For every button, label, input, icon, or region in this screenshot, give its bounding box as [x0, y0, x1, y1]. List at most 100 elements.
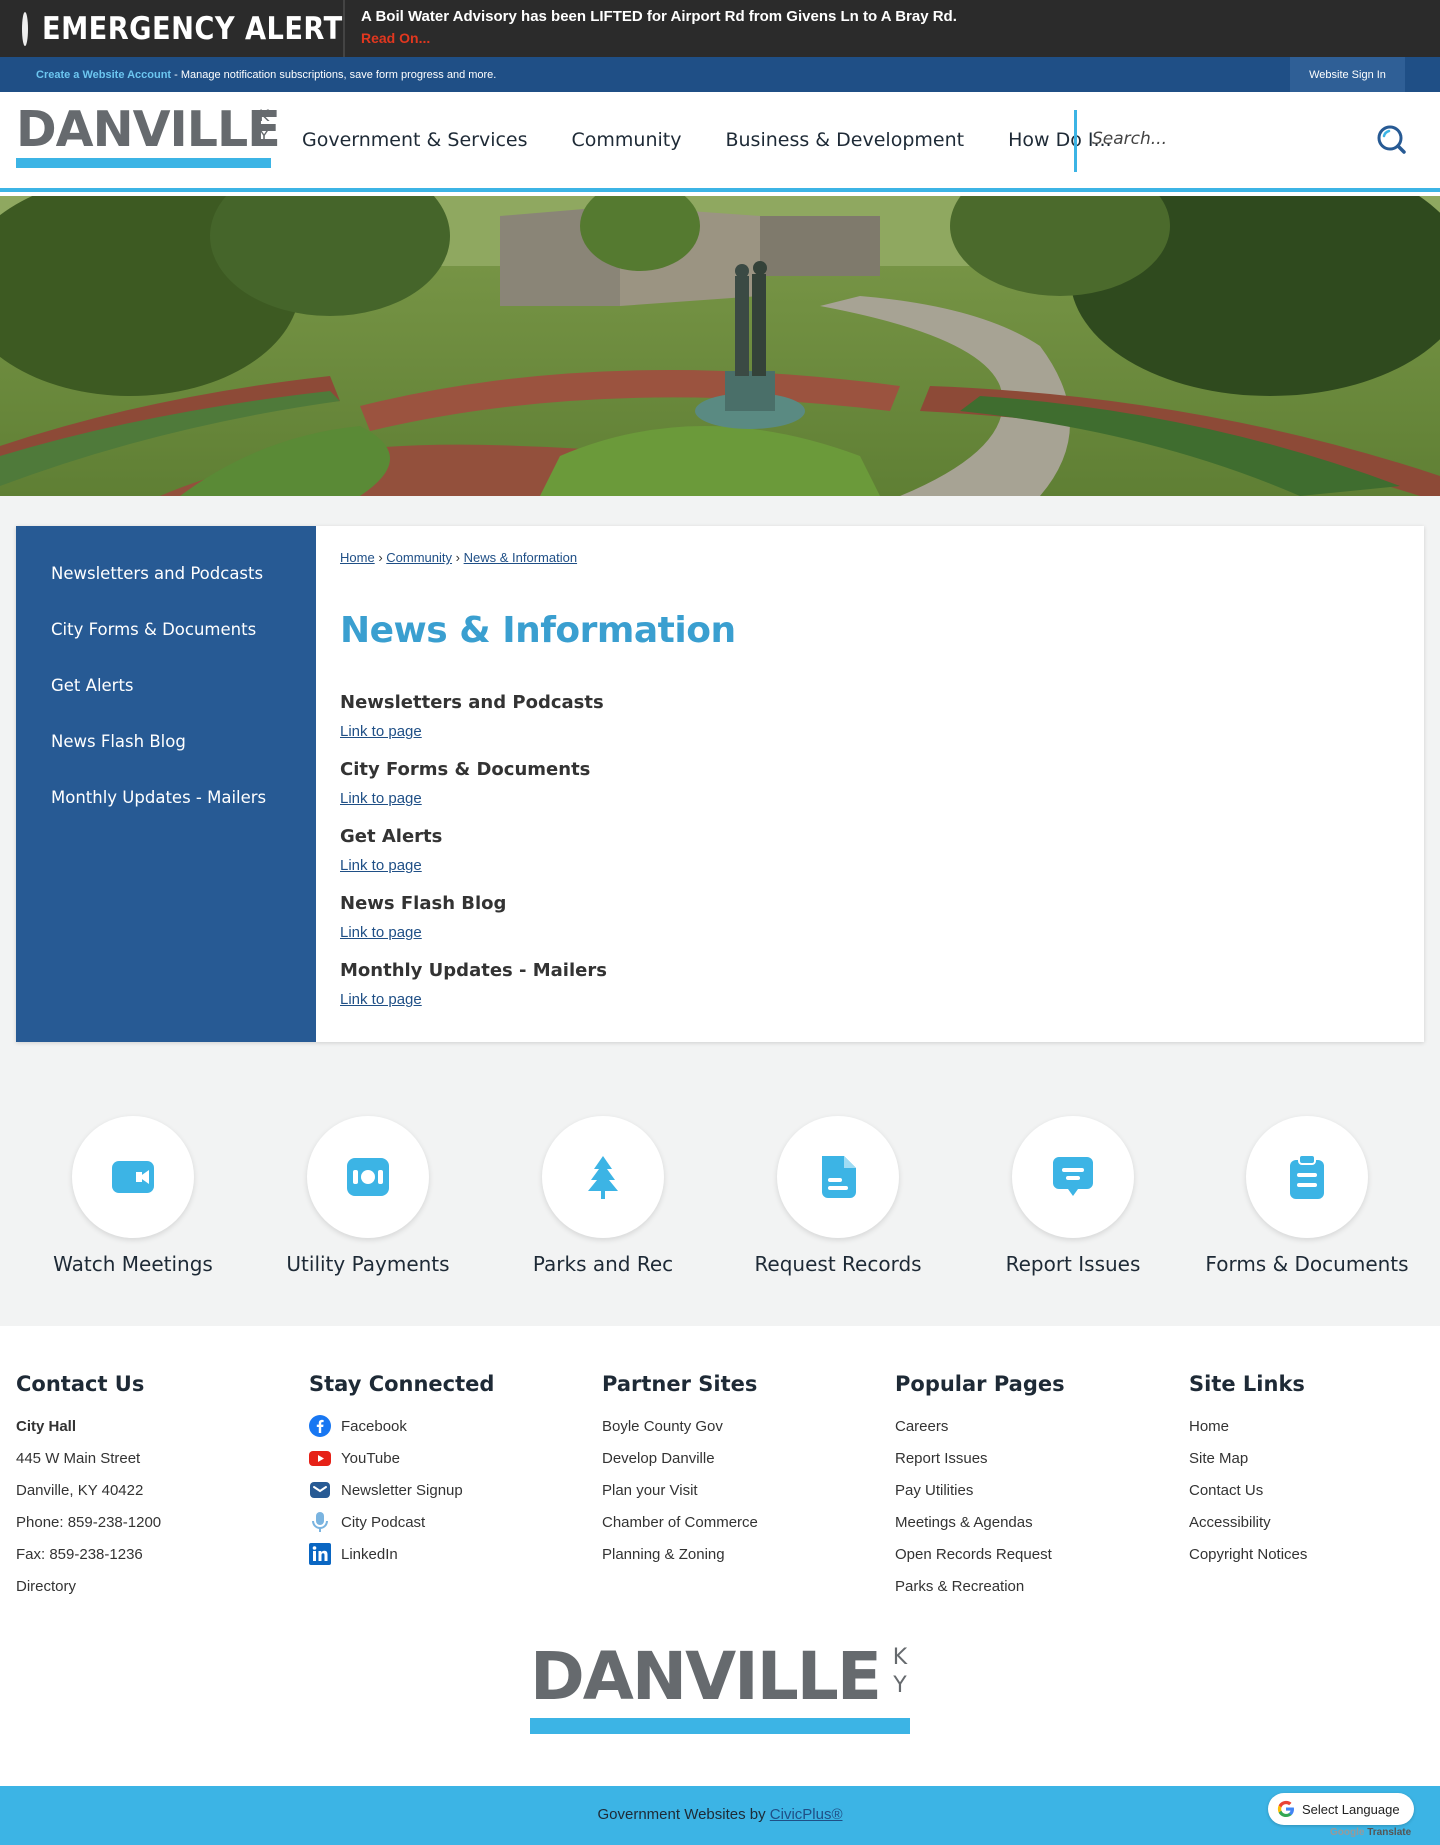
- partner-link[interactable]: Planning & Zoning: [602, 1538, 892, 1570]
- logo-wordmark: DANVILLE: [16, 101, 281, 158]
- quick-link-label[interactable]: Forms & Documents: [1187, 1252, 1427, 1276]
- quick-link-request-records[interactable]: Request Records: [718, 1116, 958, 1276]
- popular-link[interactable]: Parks & Recreation: [895, 1570, 1185, 1602]
- quick-link-utility-payments[interactable]: Utility Payments: [248, 1116, 488, 1276]
- breadcrumb-current[interactable]: News & Information: [464, 550, 577, 565]
- social-label: Facebook: [341, 1417, 407, 1435]
- logo-state-y: Y: [893, 1673, 907, 1698]
- list-item: City Forms & Documents Link to page: [340, 759, 607, 826]
- account-text: Create a Website Account - Manage notifi…: [0, 69, 496, 81]
- credit-text: Government Websites by: [597, 1806, 770, 1823]
- hero-image: [0, 196, 1440, 496]
- breadcrumb-separator: ›: [378, 550, 383, 565]
- entry-list: Newsletters and Podcasts Link to page Ci…: [340, 692, 607, 1027]
- logo-state: KY: [890, 1644, 910, 1700]
- footer-heading: Stay Connected: [309, 1372, 495, 1396]
- sidebar-item-city-forms[interactable]: City Forms & Documents: [16, 602, 316, 658]
- popular-link[interactable]: Meetings & Agendas: [895, 1506, 1185, 1538]
- alert-title: EMERGENCY ALERT: [42, 10, 343, 47]
- entry-link[interactable]: Link to page: [340, 857, 607, 874]
- footer-heading: Contact Us: [16, 1372, 145, 1396]
- footer-logo[interactable]: DANVILLE KY: [530, 1642, 910, 1734]
- bottom-bar: Government Websites by CivicPlus® Select…: [0, 1786, 1440, 1845]
- quick-link-circle[interactable]: [72, 1116, 194, 1238]
- popular-link[interactable]: Pay Utilities: [895, 1474, 1185, 1506]
- logo-state-y: Y: [259, 126, 269, 145]
- site-link[interactable]: Copyright Notices: [1189, 1538, 1429, 1570]
- social-linkedin-link[interactable]: LinkedIn: [309, 1538, 599, 1570]
- quick-link-circle[interactable]: [307, 1116, 429, 1238]
- clipboard-icon: [1290, 1154, 1324, 1199]
- site-link[interactable]: Site Map: [1189, 1442, 1429, 1474]
- civicplus-credit: Government Websites by CivicPlus®: [0, 1806, 1440, 1823]
- popular-link[interactable]: Open Records Request: [895, 1538, 1185, 1570]
- content-area: Newsletters and Podcasts City Forms & Do…: [0, 496, 1440, 1326]
- social-youtube-link[interactable]: YouTube: [309, 1442, 599, 1474]
- quick-link-circle[interactable]: [1012, 1116, 1134, 1238]
- quick-link-circle[interactable]: [542, 1116, 664, 1238]
- hero-park-image: [0, 196, 1440, 496]
- sidebar-item-news-flash[interactable]: News Flash Blog: [16, 714, 316, 770]
- website-sign-in-button[interactable]: Website Sign In: [1290, 57, 1405, 92]
- partner-link[interactable]: Develop Danville: [602, 1442, 892, 1474]
- search-button[interactable]: [1374, 122, 1408, 156]
- footer-stay-connected: Stay Connected Facebook YouTube Newslett…: [309, 1372, 599, 1570]
- entry-link[interactable]: Link to page: [340, 924, 607, 941]
- create-account-link[interactable]: Create a Website Account: [36, 69, 171, 81]
- alert-label: EMERGENCY ALERT: [0, 0, 345, 57]
- list-item: Get Alerts Link to page: [340, 826, 607, 893]
- site-header: DANVILLE KY Government & Services Commun…: [0, 92, 1440, 192]
- quick-link-circle[interactable]: [1246, 1116, 1368, 1238]
- quick-link-label[interactable]: Watch Meetings: [13, 1252, 253, 1276]
- quick-link-label[interactable]: Report Issues: [953, 1252, 1193, 1276]
- envelope-icon: [309, 1479, 331, 1501]
- civicplus-link[interactable]: CivicPlus®: [770, 1806, 843, 1823]
- quick-link-parks-rec[interactable]: Parks and Rec: [483, 1116, 723, 1276]
- sidebar-item-monthly-updates[interactable]: Monthly Updates - Mailers: [16, 770, 316, 826]
- sidebar-item-newsletters[interactable]: Newsletters and Podcasts: [16, 546, 316, 602]
- quick-link-report-issues[interactable]: Report Issues: [953, 1116, 1193, 1276]
- quick-link-label[interactable]: Request Records: [718, 1252, 958, 1276]
- quick-link-label[interactable]: Parks and Rec: [483, 1252, 723, 1276]
- video-camera-icon: [112, 1161, 154, 1193]
- list-item: Newsletters and Podcasts Link to page: [340, 692, 607, 759]
- site-link[interactable]: Accessibility: [1189, 1506, 1429, 1538]
- breadcrumb-community[interactable]: Community: [386, 550, 452, 565]
- danville-logo[interactable]: DANVILLE KY: [16, 104, 281, 168]
- quick-link-label[interactable]: Utility Payments: [248, 1252, 488, 1276]
- microphone-icon: [309, 1511, 331, 1533]
- quick-link-forms-documents[interactable]: Forms & Documents: [1187, 1116, 1427, 1276]
- nav-business-development[interactable]: Business & Development: [725, 129, 964, 151]
- entry-title: Monthly Updates - Mailers: [340, 960, 607, 981]
- quick-link-watch-meetings[interactable]: Watch Meetings: [13, 1116, 253, 1276]
- list-item: News Flash Blog Link to page: [340, 893, 607, 960]
- entry-link[interactable]: Link to page: [340, 723, 607, 740]
- city-podcast-link[interactable]: City Podcast: [309, 1506, 599, 1538]
- partner-link[interactable]: Chamber of Commerce: [602, 1506, 892, 1538]
- popular-link[interactable]: Careers: [895, 1410, 1185, 1442]
- select-language-button[interactable]: Select Language: [1268, 1793, 1414, 1825]
- partner-link[interactable]: Boyle County Gov: [602, 1410, 892, 1442]
- quick-link-circle[interactable]: [777, 1116, 899, 1238]
- entry-link[interactable]: Link to page: [340, 790, 607, 807]
- popular-link[interactable]: Report Issues: [895, 1442, 1185, 1474]
- search-input[interactable]: [1092, 120, 1352, 158]
- alert-read-on-link[interactable]: Read On...: [361, 30, 957, 46]
- newsletter-signup-link[interactable]: Newsletter Signup: [309, 1474, 599, 1506]
- search-icon: [1377, 125, 1406, 154]
- social-facebook-link[interactable]: Facebook: [309, 1410, 599, 1442]
- site-link[interactable]: Home: [1189, 1410, 1429, 1442]
- partner-link[interactable]: Plan your Visit: [602, 1474, 892, 1506]
- site-link[interactable]: Contact Us: [1189, 1474, 1429, 1506]
- contact-directory-link[interactable]: Directory: [16, 1570, 306, 1602]
- footer-heading: Site Links: [1189, 1372, 1305, 1396]
- entry-link[interactable]: Link to page: [340, 991, 607, 1008]
- footer-popular-pages: Popular Pages Careers Report Issues Pay …: [895, 1372, 1185, 1602]
- social-label: LinkedIn: [341, 1545, 398, 1563]
- nav-government-services[interactable]: Government & Services: [302, 129, 528, 151]
- breadcrumb-home[interactable]: Home: [340, 550, 375, 565]
- sidebar-item-get-alerts[interactable]: Get Alerts: [16, 658, 316, 714]
- message-icon: [1053, 1157, 1093, 1196]
- nav-community[interactable]: Community: [572, 129, 682, 151]
- contact-fax: Fax: 859-238-1236: [16, 1545, 143, 1563]
